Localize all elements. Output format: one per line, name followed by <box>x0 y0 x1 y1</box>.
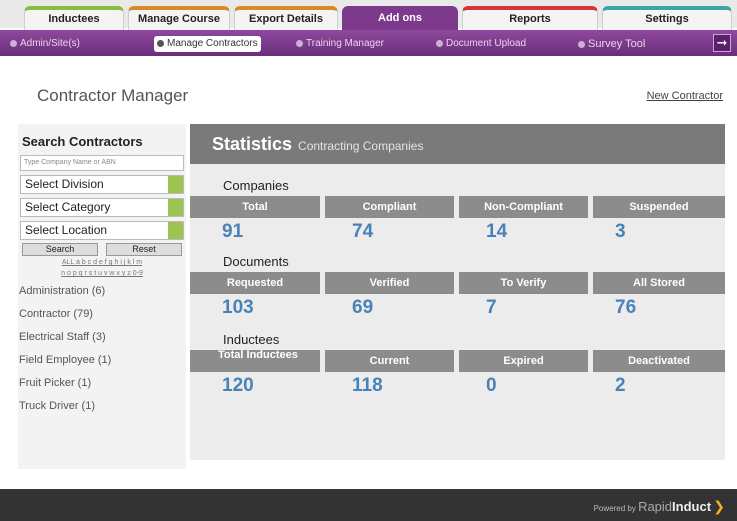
bullet-icon <box>436 39 443 47</box>
stats-value[interactable]: 69 <box>342 294 373 322</box>
stats-value[interactable]: 76 <box>605 294 636 322</box>
page-title: Contractor Manager <box>37 86 189 105</box>
stats-value[interactable]: 91 <box>212 218 243 246</box>
new-contractor-link[interactable]: New Contractor <box>647 90 723 102</box>
subnav-admin-sites[interactable]: Admin/Site(s) <box>10 36 80 52</box>
stats-value[interactable]: 120 <box>212 372 254 400</box>
bullet-icon <box>10 39 17 47</box>
exit-arrow-icon[interactable]: ➞ <box>713 34 731 52</box>
stats-value[interactable]: 3 <box>605 218 626 246</box>
category-link[interactable]: Field Employee (1) <box>18 349 186 372</box>
category-link[interactable]: Electrical Staff (3) <box>18 326 186 349</box>
category-link[interactable]: Fruit Picker (1) <box>18 372 186 395</box>
tab-add-ons[interactable]: Add ons <box>342 6 458 30</box>
alphabet-filter-row-1[interactable]: ALL a b c d e f g h i j k l m <box>18 258 186 267</box>
stats-header-cell: Expired <box>459 350 588 372</box>
bullet-icon <box>157 39 164 47</box>
select-value: Select Division <box>25 177 104 191</box>
category-link[interactable]: Contractor (79) <box>18 303 186 326</box>
stats-header-cell: Requested <box>190 272 320 294</box>
search-sidebar: Search Contractors Type Company Name or … <box>18 124 186 469</box>
stats-value[interactable]: 14 <box>476 218 507 246</box>
location-select[interactable]: Select Location <box>20 221 184 240</box>
company-search-input[interactable]: Type Company Name or ABN <box>20 155 184 171</box>
group-label: Companies <box>223 178 289 193</box>
dropdown-arrow-icon <box>168 199 183 216</box>
stats-header-row: Requested Verified To Verify All Stored <box>190 272 725 294</box>
tab-label: Inductees <box>48 13 100 25</box>
subnav-survey-tool[interactable]: Survey Tool <box>578 36 645 52</box>
tab-label: Export Details <box>249 13 323 25</box>
group-label: Documents <box>223 254 289 269</box>
stats-header-cell: Compliant <box>325 196 454 218</box>
stats-header-cell: Total Inductees <box>190 350 320 372</box>
stats-value[interactable]: 2 <box>605 372 626 400</box>
powered-by: Powered by RapidInduct ❯ <box>594 498 725 515</box>
main-tab-bar: Inductees Manage Course Export Details A… <box>0 0 737 30</box>
dropdown-arrow-icon <box>168 176 183 193</box>
stats-value-row: 120 118 0 2 <box>190 372 725 400</box>
stats-value[interactable]: 103 <box>212 294 254 322</box>
search-button[interactable]: Search <box>22 243 98 256</box>
subnav-training-manager[interactable]: Training Manager <box>296 36 384 52</box>
stats-header-cell: Current <box>325 350 454 372</box>
powered-by-text: Powered by <box>593 504 636 513</box>
tab-manage-course[interactable]: Manage Course <box>128 6 230 30</box>
brand-logo: RapidInduct <box>638 499 711 514</box>
statistics-header: Statistics Contracting Companies <box>190 124 725 164</box>
tab-export-details[interactable]: Export Details <box>234 6 338 30</box>
sidebar-title: Search Contractors <box>22 134 143 149</box>
stats-header-row: Total Inductees Current Expired Deactiva… <box>190 350 725 372</box>
stats-header-cell: Deactivated <box>593 350 725 372</box>
stats-header-cell: All Stored <box>593 272 725 294</box>
reset-button[interactable]: Reset <box>106 243 182 256</box>
search-buttons: Search Reset <box>20 243 184 256</box>
category-link[interactable]: Truck Driver (1) <box>18 395 186 418</box>
division-select[interactable]: Select Division <box>20 175 184 194</box>
stats-value[interactable]: 7 <box>476 294 497 322</box>
brand-arrow-icon: ❯ <box>713 498 725 514</box>
subnav-manage-contractors[interactable]: Manage Contractors <box>154 36 261 52</box>
subnav-document-upload[interactable]: Document Upload <box>436 36 526 52</box>
stats-value-row: 91 74 14 3 <box>190 218 725 246</box>
stats-header-row: Total Compliant Non-Compliant Suspended <box>190 196 725 218</box>
stats-header-cell: Non-Compliant <box>459 196 588 218</box>
statistics-title: Statistics <box>212 134 293 154</box>
category-link[interactable]: Administration (6) <box>18 280 186 303</box>
subnav-label: Manage Contractors <box>167 38 258 49</box>
bullet-icon <box>578 40 585 48</box>
tab-label: Settings <box>645 13 689 25</box>
bullet-icon <box>296 39 303 47</box>
stats-value[interactable]: 74 <box>342 218 373 246</box>
group-label: Inductees <box>223 332 280 347</box>
tab-label: Reports <box>509 13 551 25</box>
select-value: Select Category <box>25 200 111 214</box>
stats-header-cell: To Verify <box>459 272 588 294</box>
tab-inductees[interactable]: Inductees <box>24 6 124 30</box>
subnav-label: Document Upload <box>446 38 527 49</box>
tab-settings[interactable]: Settings <box>602 6 732 30</box>
subnav-label: Admin/Site(s) <box>20 38 81 49</box>
statistics-subtitle: Contracting Companies <box>298 139 424 153</box>
stats-value[interactable]: 118 <box>342 372 383 400</box>
subnav-label: Training Manager <box>306 38 385 49</box>
tab-label: Add ons <box>378 12 422 24</box>
tab-label: Manage Course <box>138 13 220 25</box>
footer: Powered by RapidInduct ❯ <box>0 489 737 521</box>
alphabet-filter-row-2[interactable]: n o p q r s t u v w x y z 0-9 <box>18 269 186 278</box>
statistics-panel: Statistics Contracting Companies Companie… <box>190 124 725 460</box>
stats-header-cell: Verified <box>325 272 454 294</box>
dropdown-arrow-icon <box>168 222 183 239</box>
tab-reports[interactable]: Reports <box>462 6 598 30</box>
stats-value[interactable]: 0 <box>476 372 497 400</box>
stats-header-cell: Suspended <box>593 196 725 218</box>
sub-nav: Admin/Site(s) Manage Contractors Trainin… <box>0 30 737 56</box>
stats-value-row: 103 69 7 76 <box>190 294 725 322</box>
brand-light: Rapid <box>638 499 673 514</box>
subnav-label: Survey Tool <box>588 38 646 50</box>
stats-header-cell: Total <box>190 196 320 218</box>
category-select[interactable]: Select Category <box>20 198 184 217</box>
select-value: Select Location <box>25 223 108 237</box>
brand-bold: Induct <box>672 499 712 514</box>
